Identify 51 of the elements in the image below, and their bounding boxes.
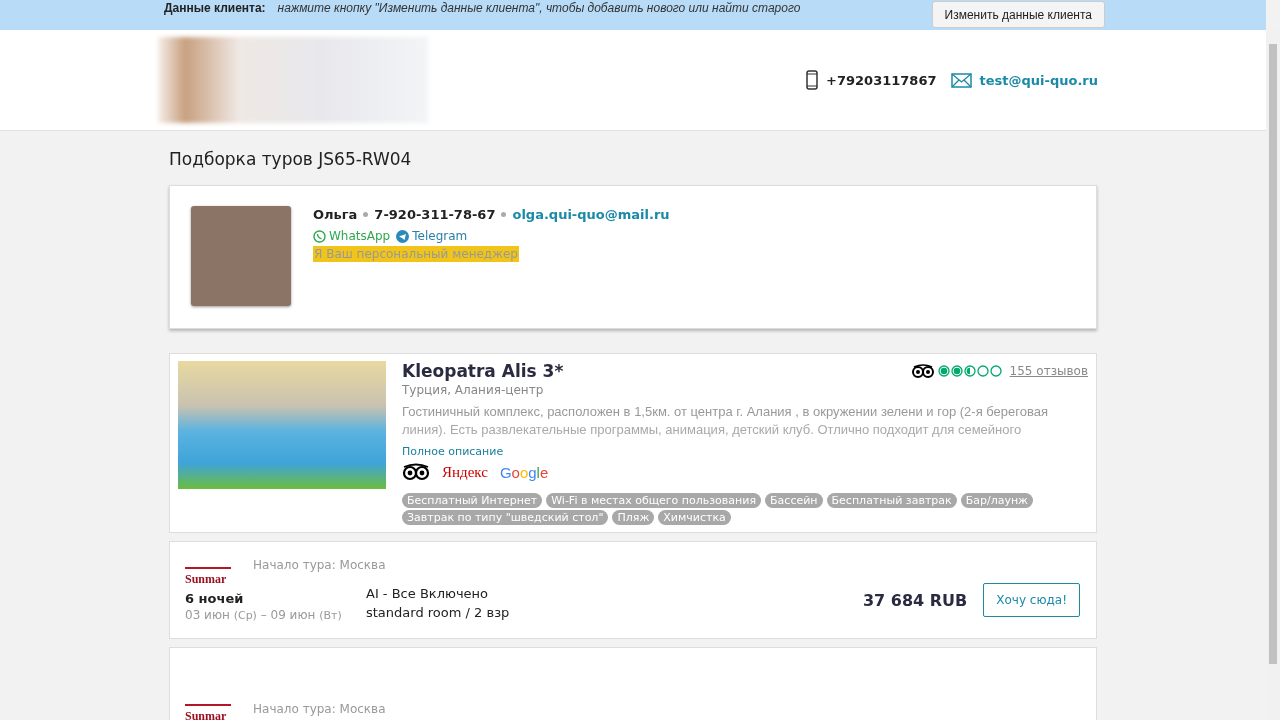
paper-plane-icon [396, 229, 410, 243]
separator-dot [363, 212, 369, 217]
header-email-link[interactable]: test@qui-quo.ru [979, 72, 1098, 88]
rating-bubble-icon [963, 365, 976, 377]
amenity-tag: Бесплатный завтрак [826, 493, 957, 508]
chat-bubble-icon [313, 229, 326, 243]
amenity-tag: Бесплатный Интернет [402, 493, 543, 508]
edit-client-button[interactable]: Изменить данные клиента [931, 0, 1105, 28]
manager-note: Я Ваш персональный менеджер [313, 246, 519, 262]
tour-dates: 03 июн (Ср) – 09 июн (Вт) [185, 608, 343, 622]
want-here-button[interactable]: Хочу сюда! [983, 583, 1080, 617]
room-type: standard room / 2 взр [366, 604, 511, 622]
operator-logo: Sunmar [185, 704, 231, 720]
header-phone: +79203117867 [826, 72, 937, 88]
operator-logo: Sunmar [185, 567, 231, 587]
manager-phone: 7-920-311-78-67 [374, 207, 496, 222]
amenity-tag: Бассейн [765, 493, 823, 508]
mail-icon [950, 72, 972, 88]
hotel-description: Гостиничный комплекс, расположен в 1,5км. от центра г. Алания , в окружении зелени и гор (2-я береговая [402, 403, 1049, 421]
rating-bubble-icon [950, 365, 963, 377]
hotel-name: Kleopatra Alis 3* [402, 361, 564, 381]
amenity-tag: Завтрак по типу "шведский стол" [402, 510, 609, 525]
client-data-hint: нажмите кнопку "Изменить данные клиента", чтобы добавить нового или найти старого [277, 1, 802, 15]
amenity-tag: Пляж [612, 510, 655, 525]
tour-start-city: Начало тура: Москва [253, 702, 387, 716]
owl-icon [911, 364, 934, 378]
rating-bubble-icon [976, 365, 989, 377]
amenity-tag: Бар/лаунж [960, 493, 1033, 508]
amenity-tag: Химчистка [658, 510, 731, 525]
tour-nights: 6 ночей [185, 591, 245, 606]
google-logo[interactable]: Google [499, 463, 549, 481]
tour-price: 37 684 RUB [862, 590, 968, 610]
client-data-label: Данные клиента: [164, 1, 266, 15]
reviews-link[interactable]: 155 отзывов [1009, 364, 1088, 378]
hotel-location: Турция, Алания-центр [402, 383, 545, 397]
rating-bubble-icon [989, 365, 1002, 377]
rating-bubble-icon [937, 365, 950, 377]
manager-name: Ольга [313, 207, 358, 222]
page-title: Подборка туров JS65-RW04 [169, 149, 413, 169]
tour-start-city: Начало тура: Москва [253, 558, 387, 572]
separator-dot [501, 212, 507, 217]
amenity-tag: Wi-Fi в местах общего пользования [546, 493, 762, 508]
hotel-description: линия). Есть развлекательные программы, анимация, детский клуб. Отлично подходит для семейного [402, 421, 1023, 439]
phone-icon [806, 70, 819, 90]
telegram-link[interactable]: Telegram [396, 229, 468, 243]
whatsapp-link[interactable]: WhatsApp [313, 229, 391, 243]
manager-email-link[interactable]: olga.qui-quo@mail.ru [512, 207, 670, 222]
full-description-link[interactable]: Полное описание [402, 445, 1088, 458]
yandex-logo[interactable]: Яндекс [442, 463, 488, 481]
meal-plan: AI - Все Включено [366, 585, 490, 603]
owl-icon [402, 463, 430, 481]
